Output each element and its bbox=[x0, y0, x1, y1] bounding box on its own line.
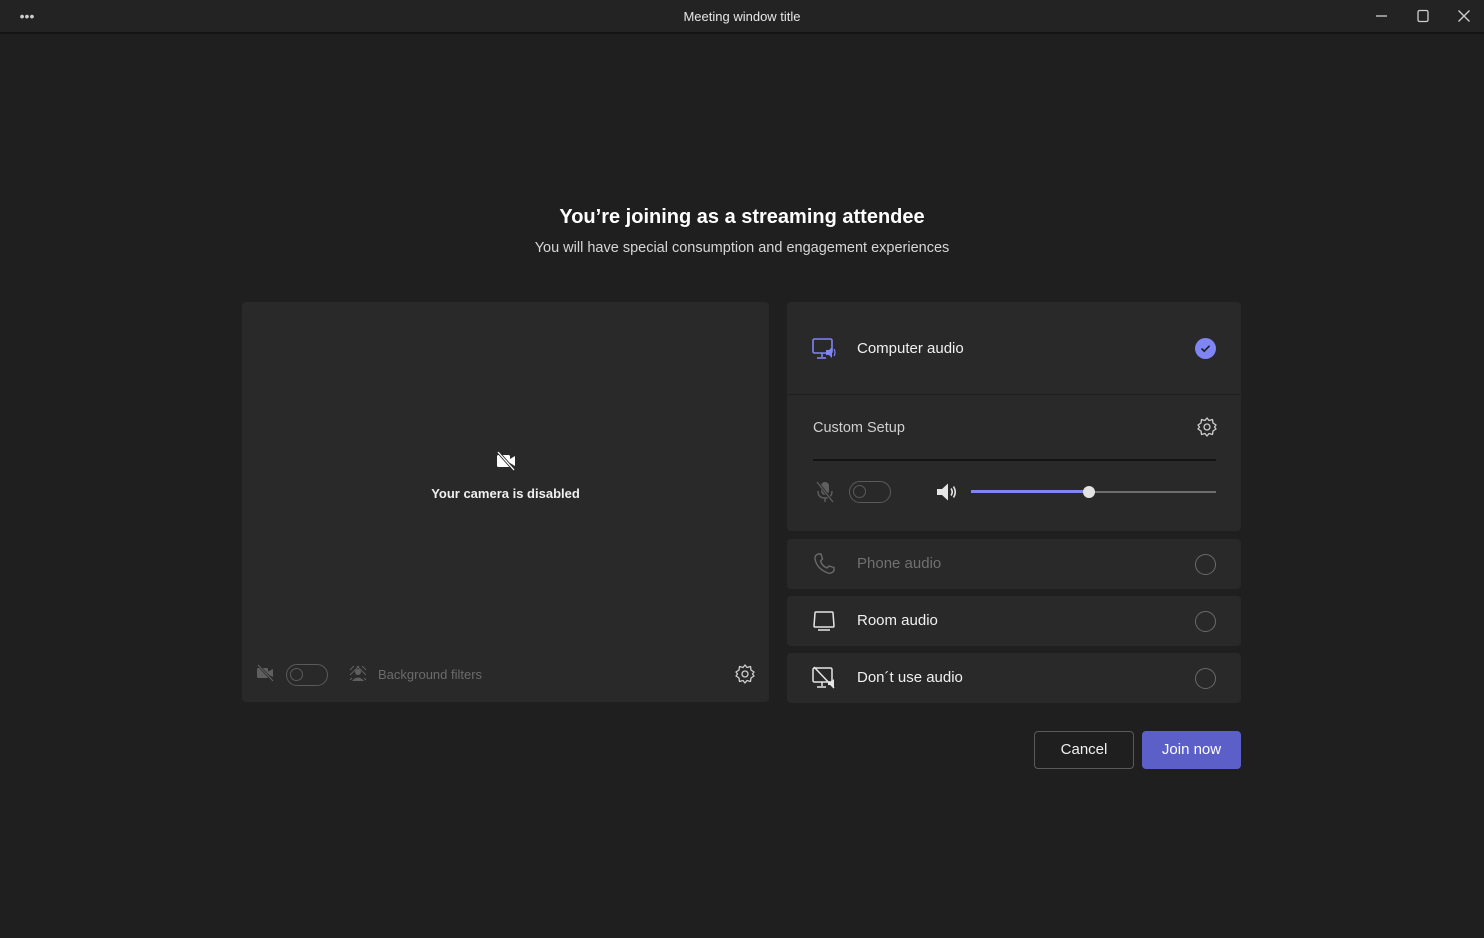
title-bar: ••• Meeting window title bbox=[0, 0, 1484, 34]
computer-audio-card: Computer audio Custom Setup bbox=[787, 302, 1241, 531]
mic-off-icon bbox=[815, 481, 835, 503]
radio-button[interactable] bbox=[1195, 668, 1216, 689]
audio-option-label: Computer audio bbox=[857, 340, 964, 357]
background-filters-icon bbox=[349, 665, 367, 681]
toggle-knob bbox=[290, 668, 303, 681]
minimize-icon bbox=[1376, 15, 1387, 17]
speaker-icon bbox=[937, 483, 957, 501]
computer-audio-icon bbox=[812, 338, 836, 359]
no-audio-icon bbox=[812, 666, 835, 689]
speaker-volume-slider[interactable] bbox=[971, 484, 1216, 500]
page-subtitle: You will have special consumption and en… bbox=[534, 240, 950, 256]
cancel-button[interactable]: Cancel bbox=[1034, 731, 1134, 769]
phone-icon bbox=[814, 553, 835, 574]
divider bbox=[813, 459, 1216, 461]
audio-option-label: Don´t use audio bbox=[857, 669, 963, 686]
device-settings-icon[interactable] bbox=[733, 662, 757, 686]
camera-icon bbox=[257, 664, 274, 682]
audio-option-label: Room audio bbox=[857, 612, 938, 629]
audio-option-room[interactable]: Room audio bbox=[787, 596, 1241, 646]
background-filters-button[interactable]: Background filters bbox=[348, 662, 482, 686]
minimize-button[interactable] bbox=[1366, 4, 1396, 28]
checkmark-icon bbox=[1200, 345, 1211, 353]
video-controls-bar: Background filters bbox=[242, 648, 769, 702]
room-audio-icon bbox=[813, 611, 835, 631]
join-now-button[interactable]: Join now bbox=[1142, 731, 1241, 769]
audio-option-phone[interactable]: Phone audio bbox=[787, 539, 1241, 589]
page-title: You’re joining as a streaming attendee bbox=[559, 206, 925, 228]
audio-option-label: Phone audio bbox=[857, 555, 942, 572]
maximize-button[interactable] bbox=[1408, 4, 1438, 28]
window-title: Meeting window title bbox=[683, 9, 801, 24]
mic-toggle[interactable] bbox=[849, 481, 891, 503]
close-icon bbox=[1458, 10, 1470, 22]
selected-check[interactable] bbox=[1195, 338, 1216, 359]
camera-toggle[interactable] bbox=[286, 664, 328, 686]
toggle-knob bbox=[853, 485, 866, 498]
slider-fill bbox=[971, 490, 1089, 493]
camera-off-icon bbox=[496, 451, 516, 471]
close-button[interactable] bbox=[1449, 4, 1479, 28]
background-filters-label: Background filters bbox=[378, 666, 483, 682]
custom-setup-label: Custom Setup bbox=[813, 420, 905, 436]
audio-option-computer[interactable]: Computer audio bbox=[787, 302, 1241, 395]
maximize-icon bbox=[1417, 9, 1429, 23]
slider-thumb[interactable] bbox=[1082, 486, 1095, 498]
radio-button[interactable] bbox=[1195, 611, 1216, 632]
radio-button[interactable] bbox=[1195, 554, 1216, 575]
camera-status-text: Your camera is disabled bbox=[431, 486, 580, 501]
audio-settings-icon[interactable] bbox=[1195, 415, 1219, 439]
audio-option-none[interactable]: Don´t use audio bbox=[787, 653, 1241, 703]
video-preview: Your camera is disabled Background filte… bbox=[242, 302, 769, 702]
